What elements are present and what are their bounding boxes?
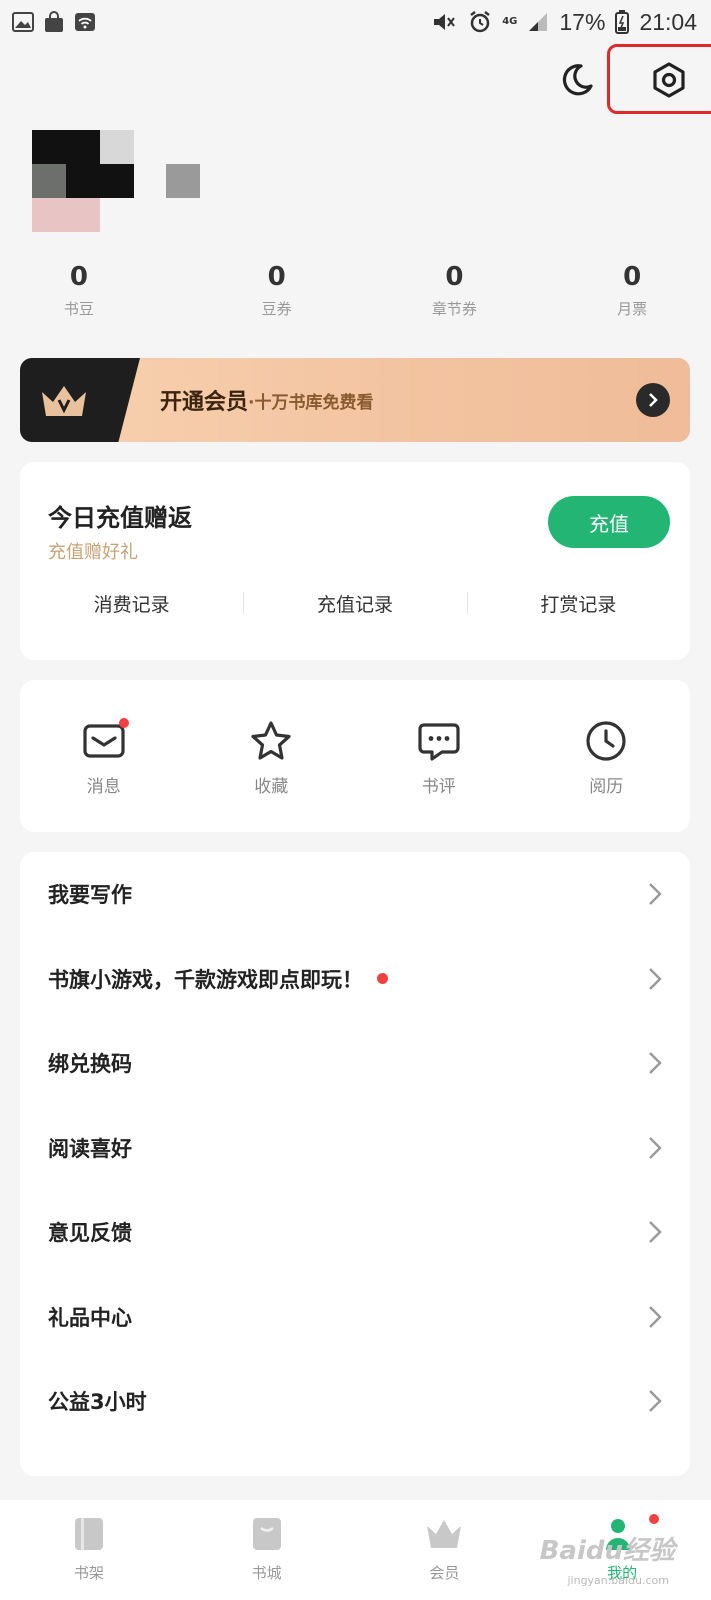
watermark-url: jingyan.baidu.com xyxy=(567,1574,669,1587)
stat-monthly-tickets[interactable]: 0 月票 xyxy=(533,262,711,319)
badge-dot xyxy=(649,1514,659,1524)
menu-item-writing[interactable]: 我要写作 xyxy=(20,852,690,937)
chevron-right-icon xyxy=(649,967,662,990)
shortcut-favorites[interactable]: 收藏 xyxy=(188,680,356,832)
shortcut-label: 书评 xyxy=(421,777,456,797)
record-links: 消费记录 充值记录 打赏记录 xyxy=(20,590,690,617)
status-left xyxy=(12,11,96,33)
consumption-record-link[interactable]: 消费记录 xyxy=(20,590,243,617)
status-bar: 4G 17% 21:04 xyxy=(0,0,711,44)
status-right: 4G 17% 21:04 xyxy=(432,9,697,36)
chevron-right-icon xyxy=(649,883,662,906)
watermark-logo: Baidu经验 xyxy=(539,1536,675,1566)
shortcut-book-reviews[interactable]: 书评 xyxy=(355,680,523,832)
user-avatar-pixelated[interactable] xyxy=(32,130,202,235)
gallery-notification-icon xyxy=(12,12,34,32)
battery-percent: 17% xyxy=(559,8,606,35)
vip-title: 开通会员 xyxy=(160,390,249,415)
recharge-card: 今日充值赠返 充值赠好礼 充值 消费记录 充值记录 打赏记录 xyxy=(20,462,690,660)
shopping-bag-notification-icon xyxy=(45,11,63,32)
wifi-notification-icon xyxy=(75,13,95,31)
tab-label: 书架 xyxy=(73,1564,104,1582)
stat-label: 月票 xyxy=(617,300,648,318)
menu-item-mini-games[interactable]: 书旗小游戏，千款游戏即点即玩！ xyxy=(20,937,690,1022)
badge-dot xyxy=(118,718,129,728)
stat-label: 章节券 xyxy=(431,300,477,318)
shortcut-messages[interactable]: 消息 xyxy=(20,680,188,832)
stat-book-beans[interactable]: 0 书豆 xyxy=(0,262,198,319)
menu-label: 绑兑换码 xyxy=(48,1052,132,1077)
menu-label: 阅读喜好 xyxy=(48,1136,132,1161)
recharge-title: 今日充值赠返 xyxy=(48,504,192,532)
menu-label: 意见反馈 xyxy=(48,1221,132,1246)
chat-bubble-icon xyxy=(418,723,460,761)
menu-card: 我要写作 书旗小游戏，千款游戏即点即玩！ 绑兑换码 阅读喜好 意见反馈 礼品中心… xyxy=(20,852,690,1476)
moon-icon xyxy=(562,64,593,96)
shortcut-reading-history[interactable]: 阅历 xyxy=(523,680,691,832)
alarm-icon xyxy=(470,11,490,33)
menu-label: 我要写作 xyxy=(48,883,132,908)
menu-label: 公益3小时 xyxy=(48,1390,147,1415)
crown-icon xyxy=(42,386,86,416)
recharge-record-link[interactable]: 充值记录 xyxy=(243,590,466,617)
crown-icon xyxy=(427,1520,462,1548)
vip-subtitle: ·十万书库免费看 xyxy=(248,392,374,413)
menu-item-redeem-code[interactable]: 绑兑换码 xyxy=(20,1021,690,1106)
menu-item-gift-center[interactable]: 礼品中心 xyxy=(20,1275,690,1360)
chevron-right-icon xyxy=(649,1390,662,1413)
stat-value: 0 xyxy=(69,262,88,292)
menu-item-feedback[interactable]: 意见反馈 xyxy=(20,1190,690,1275)
stat-value: 0 xyxy=(623,262,642,292)
shortcuts-card: 消息 收藏 书评 阅历 xyxy=(20,680,690,832)
menu-item-reading-preferences[interactable]: 阅读喜好 xyxy=(20,1106,690,1191)
recharge-button[interactable]: 充值 xyxy=(548,496,670,548)
tab-bookshelf[interactable]: 书架 xyxy=(0,1500,178,1600)
shortcut-label: 消息 xyxy=(86,777,121,797)
vip-banner[interactable]: 开通会员 ·十万书库免费看 xyxy=(20,358,690,442)
bookstore-icon xyxy=(252,1518,281,1550)
chevron-right-icon xyxy=(649,393,658,407)
stat-bean-coupons[interactable]: 0 豆券 xyxy=(198,262,376,319)
stat-chapter-coupons[interactable]: 0 章节券 xyxy=(376,262,534,319)
top-actions xyxy=(555,44,711,114)
shortcut-label: 阅历 xyxy=(589,777,624,797)
tab-label: 会员 xyxy=(429,1564,460,1582)
chevron-right-icon xyxy=(649,1221,662,1244)
recharge-subtitle: 充值赠好礼 xyxy=(48,542,138,563)
battery-charging-icon xyxy=(615,10,630,34)
badge-dot xyxy=(377,973,388,985)
bookshelf-icon xyxy=(74,1518,103,1550)
chevron-right-icon xyxy=(649,1052,662,1075)
stat-label: 书豆 xyxy=(63,300,94,318)
stats-row: 0 书豆 0 豆券 0 章节券 0 月票 xyxy=(0,262,711,319)
status-time: 21:04 xyxy=(639,8,697,35)
tip-record-link[interactable]: 打赏记录 xyxy=(466,590,690,617)
vip-arrow-button[interactable] xyxy=(636,383,670,417)
chevron-right-icon xyxy=(649,1305,662,1328)
tab-membership[interactable]: 会员 xyxy=(356,1500,534,1600)
clock-icon xyxy=(586,721,626,761)
highlight-annotation xyxy=(607,44,711,114)
star-icon xyxy=(251,721,291,760)
vip-crown-panel xyxy=(20,358,140,442)
stat-value: 0 xyxy=(267,262,286,292)
chevron-right-icon xyxy=(649,1136,662,1159)
shortcut-label: 收藏 xyxy=(254,777,289,797)
settings-button[interactable] xyxy=(607,44,711,114)
menu-label: 书旗小游戏，千款游戏即点即玩！ xyxy=(48,967,363,992)
tab-bookstore[interactable]: 书城 xyxy=(178,1500,356,1600)
menu-item-charity-3-hours[interactable]: 公益3小时 xyxy=(20,1359,690,1444)
mute-icon xyxy=(434,14,456,30)
menu-label: 礼品中心 xyxy=(48,1305,132,1330)
tab-label: 书城 xyxy=(251,1564,282,1582)
stat-value: 0 xyxy=(445,262,464,292)
night-mode-button[interactable] xyxy=(555,58,599,102)
network-type: 4G xyxy=(502,16,518,27)
stat-label: 豆券 xyxy=(261,300,292,318)
signal-icon xyxy=(529,13,548,31)
